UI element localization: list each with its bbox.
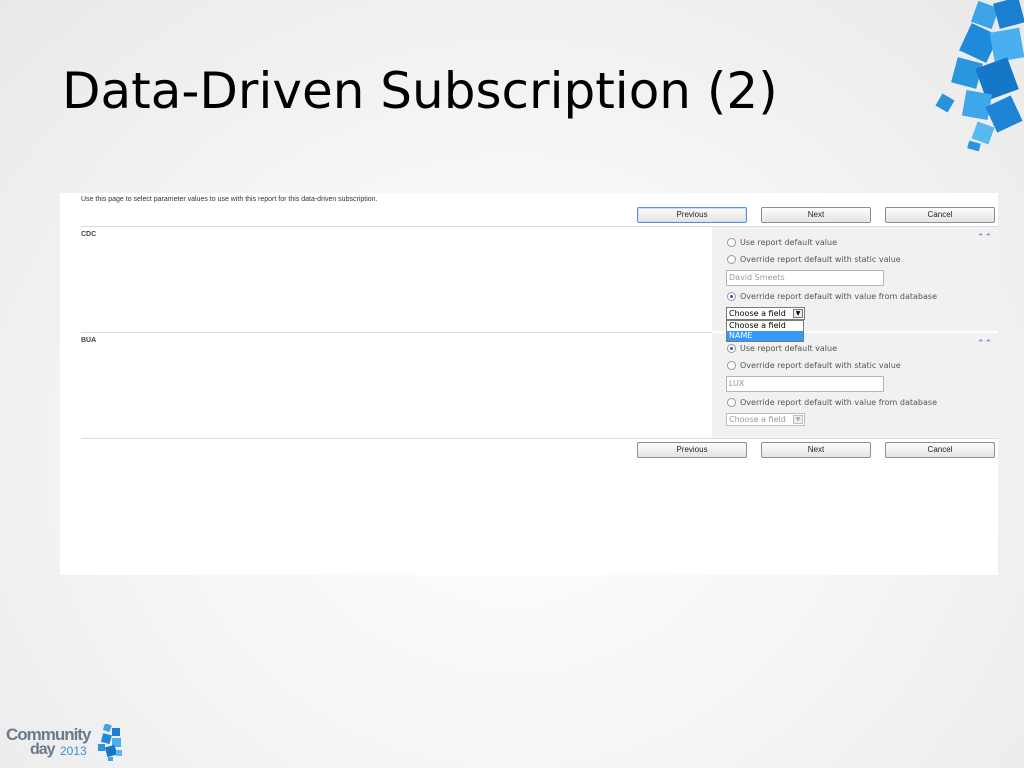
bua-override-database-option[interactable]: Override report default with value from … [727,398,937,407]
radio-button[interactable] [727,398,736,407]
bua-field-select[interactable]: Choose a field ▼ [726,413,805,426]
divider-bottom [81,438,998,439]
previous-button-bottom[interactable]: Previous [637,442,747,458]
radio-button-selected[interactable] [727,292,736,301]
radio-button-selected[interactable] [727,344,736,353]
decorative-cubes-graphic [935,0,1024,152]
cdc-static-value-input[interactable]: David Smeets [726,270,884,286]
next-button-bottom[interactable]: Next [761,442,871,458]
radio-button[interactable] [727,255,736,264]
intro-text: Use this page to select parameter values… [81,196,378,203]
radio-button[interactable] [727,361,736,370]
divider-middle [81,332,712,333]
cdc-field-dropdown: Choose a field NAME [726,320,804,342]
bua-static-value-input[interactable]: LUX [726,376,884,392]
chevron-down-icon[interactable]: ▼ [793,415,803,424]
cdc-override-database-option[interactable]: Override report default with value from … [727,292,937,301]
next-button-top[interactable]: Next [761,207,871,223]
cdc-use-default-option[interactable]: Use report default value [727,238,837,247]
radio-button[interactable] [727,238,736,247]
previous-button-top[interactable]: Previous [637,207,747,223]
cdc-override-static-option[interactable]: Override report default with static valu… [727,255,901,264]
bua-use-default-option[interactable]: Use report default value [727,344,837,353]
bua-override-static-option[interactable]: Override report default with static valu… [727,361,901,370]
logo-cubes-icon [98,724,122,761]
double-chevron-up-icon[interactable]: ⌃⌃ [977,339,992,349]
chevron-down-icon[interactable]: ▼ [793,309,803,318]
param-options-bua: ⌃⌃ Use report default value Override rep… [712,333,998,438]
double-chevron-up-icon[interactable]: ⌃⌃ [977,233,992,243]
cdc-field-select[interactable]: Choose a field ▼ [726,307,805,320]
dropdown-option-highlighted[interactable]: NAME [727,331,803,341]
param-options-cdc: ⌃⌃ Use report default value Override rep… [712,227,998,342]
subscription-form-panel: Use this page to select parameter values… [60,193,998,575]
cancel-button-bottom[interactable]: Cancel [885,442,995,458]
param-name-cdc: CDC [81,231,97,238]
dropdown-option[interactable]: Choose a field [727,321,803,331]
slide-title: Data-Driven Subscription (2) [62,62,778,120]
param-name-bua: BUA [81,337,97,344]
cancel-button-top[interactable]: Cancel [885,207,995,223]
community-day-logo: Community day 2013 [6,722,126,764]
